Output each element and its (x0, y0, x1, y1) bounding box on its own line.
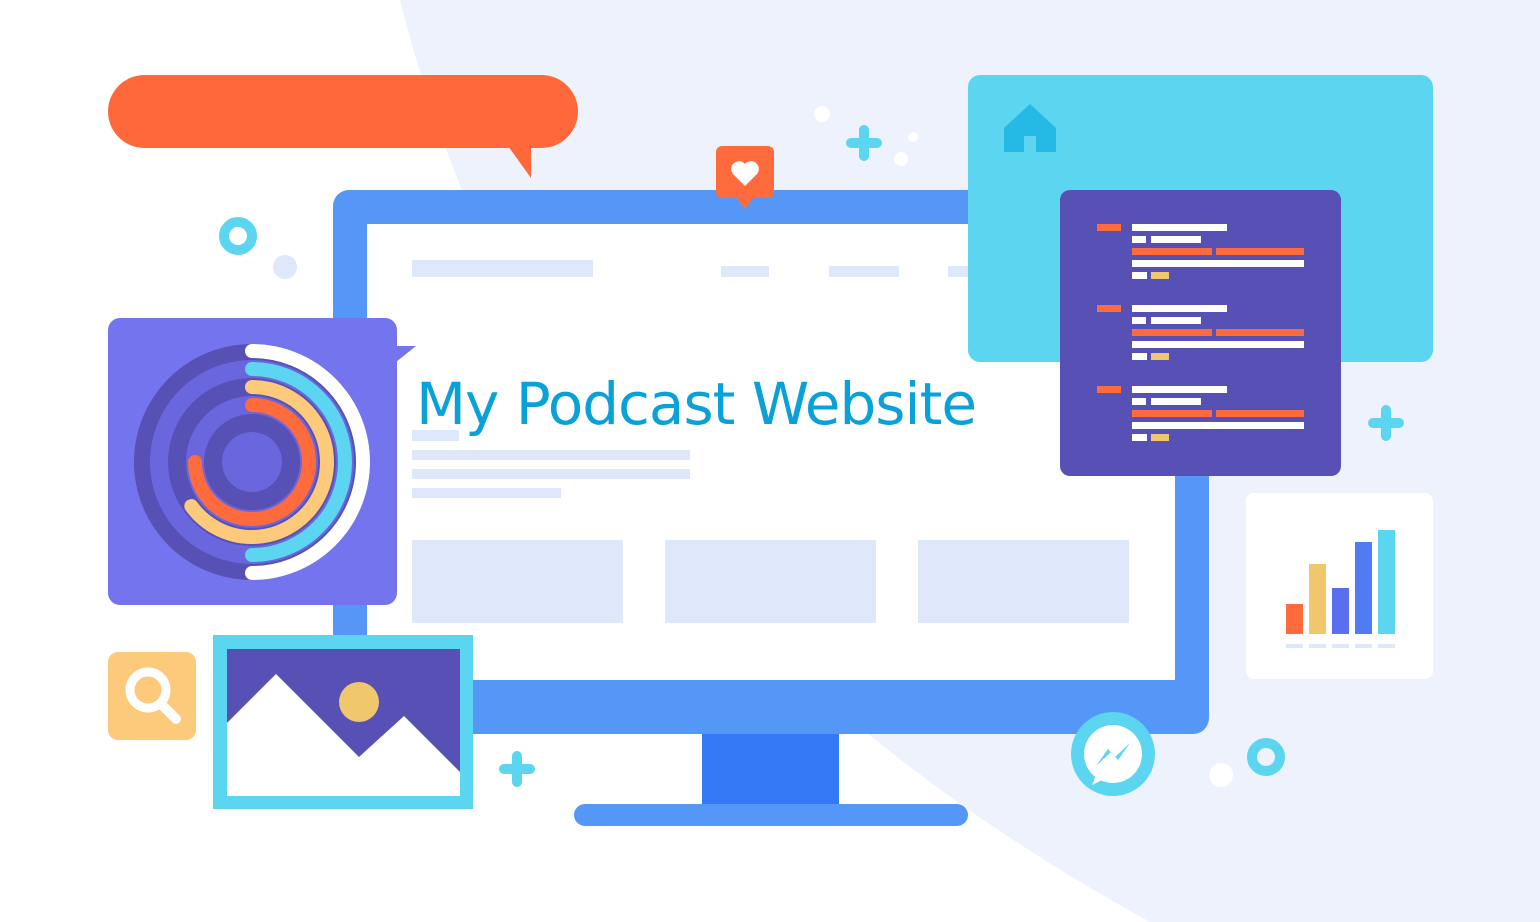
hero-illustration: My Podcast Website (0, 0, 1540, 922)
placeholder-line (412, 469, 690, 479)
bar-chart-icon (1246, 493, 1433, 679)
bar (1332, 588, 1349, 634)
search-icon (108, 652, 196, 740)
image-icon (213, 635, 473, 809)
radial-chart-icon (108, 318, 416, 605)
placeholder-line (412, 450, 690, 460)
plus-icon (499, 751, 535, 787)
page-title: My Podcast Website (416, 370, 977, 438)
dot-decoration (908, 132, 918, 142)
dot-decoration (273, 255, 297, 279)
illustration-canvas (108, 0, 1540, 922)
placeholder-card (665, 540, 876, 623)
monitor-stand-base (574, 804, 968, 826)
bar (1309, 564, 1326, 634)
placeholder-line (412, 488, 561, 498)
placeholder-card (918, 540, 1129, 623)
ring-decoration (219, 217, 257, 255)
placeholder-nav-item (829, 266, 899, 277)
messenger-icon (1071, 712, 1155, 796)
bar (1286, 604, 1303, 634)
dot-decoration (1209, 763, 1233, 787)
placeholder-logo (412, 260, 593, 277)
bar (1355, 542, 1372, 634)
dot-decoration (894, 152, 908, 166)
dot-decoration (814, 106, 830, 122)
speech-bubble-body (108, 75, 578, 148)
bar (1378, 530, 1395, 634)
code-icon (1060, 190, 1341, 476)
monitor-stand-neck (702, 728, 839, 810)
placeholder-nav-item (721, 266, 769, 277)
placeholder-card (412, 540, 623, 623)
